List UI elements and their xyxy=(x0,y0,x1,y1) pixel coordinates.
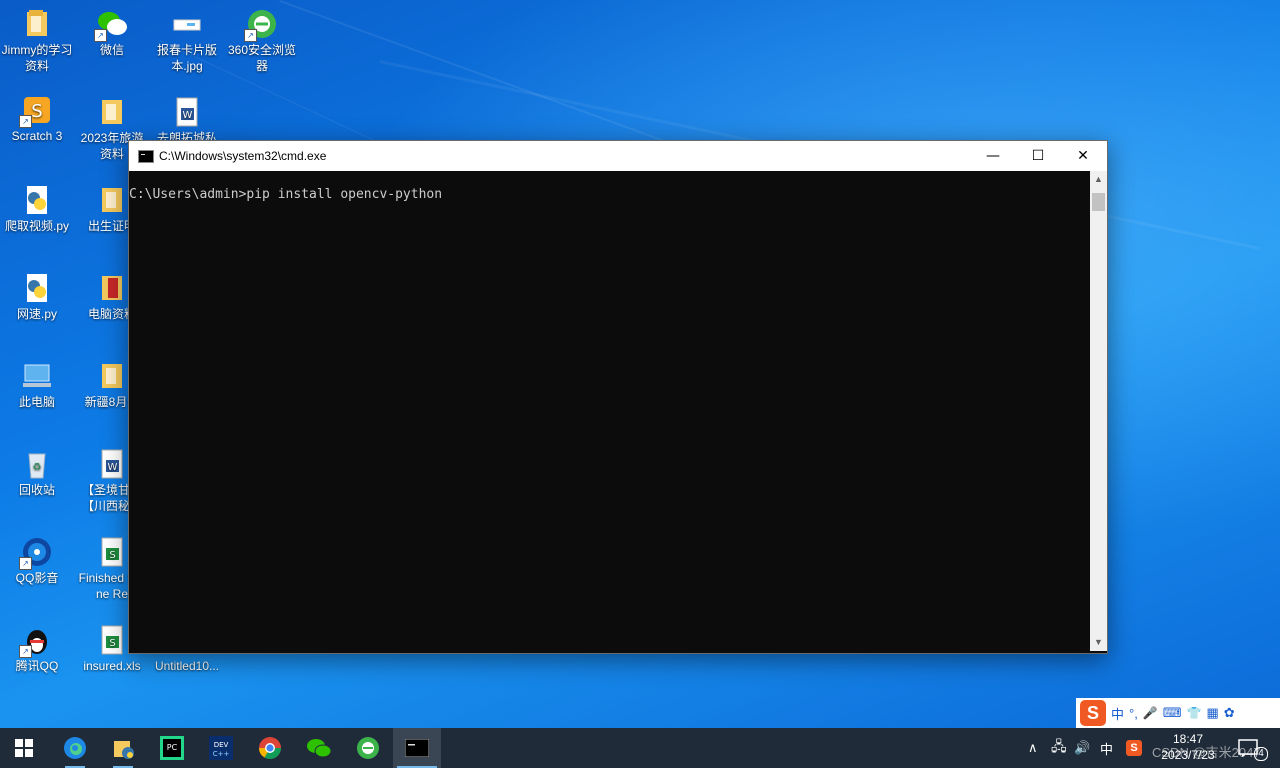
watermark: CSDN @吉米2047 xyxy=(1152,745,1261,760)
shortcut-arrow-icon: ↗ xyxy=(19,115,32,128)
minimize-button[interactable]: — xyxy=(970,141,1016,171)
svg-text:♻: ♻ xyxy=(33,462,42,473)
wechat-icon: ↗ xyxy=(94,8,128,42)
cmd-icon xyxy=(138,150,154,163)
svg-text:S: S xyxy=(31,101,42,122)
desktop-icon-folder[interactable]: Jimmy的学习资料 xyxy=(1,8,73,74)
spreadsheet-icon: S xyxy=(96,624,128,656)
shortcut-arrow-icon: ↗ xyxy=(94,29,107,42)
folder-icon xyxy=(96,96,128,128)
desktop-icon-wechat[interactable]: ↗ 微信 xyxy=(76,8,148,58)
desktop-icon-python-file[interactable]: 爬取视频.py xyxy=(1,184,73,234)
ime-mode-toggle[interactable]: 中 xyxy=(1111,704,1124,723)
taskbar-360-browser[interactable] xyxy=(344,728,392,768)
maximize-button[interactable]: ☐ xyxy=(1015,141,1061,171)
recycle-bin-icon: ♻ xyxy=(21,448,53,480)
shortcut-arrow-icon: ↗ xyxy=(19,645,32,658)
image-file-icon xyxy=(171,8,203,40)
microphone-icon[interactable]: 🎤 xyxy=(1143,706,1158,720)
edge-icon xyxy=(64,737,86,759)
desktop-icon-python-file[interactable]: 网速.py xyxy=(1,272,73,322)
window-title: C:\Windows\system32\cmd.exe xyxy=(159,149,327,163)
svg-text:S: S xyxy=(109,638,115,649)
pycharm-icon: PC xyxy=(160,736,184,760)
ime-punctuation-toggle[interactable]: °, xyxy=(1129,706,1138,721)
desktop-icon-qqplayer[interactable]: ↗ QQ影音 xyxy=(1,536,73,586)
scroll-thumb[interactable] xyxy=(1092,193,1105,211)
word-document-icon: W xyxy=(96,448,128,480)
360-browser-icon: ↗ xyxy=(244,8,278,42)
svg-text:W: W xyxy=(183,110,193,121)
computer-icon xyxy=(21,360,53,392)
volume-icon[interactable]: 🔊 xyxy=(1074,728,1090,768)
python-file-icon xyxy=(21,272,53,304)
taskbar-file-explorer[interactable] xyxy=(99,728,147,768)
scroll-up-icon[interactable]: ▲ xyxy=(1090,171,1107,188)
folder-icon xyxy=(21,8,53,40)
desktop-icon-scratch[interactable]: S ↗ Scratch 3 xyxy=(1,94,73,144)
taskbar-chrome[interactable] xyxy=(246,728,294,768)
svg-text:W: W xyxy=(108,462,118,473)
folder-icon xyxy=(96,360,128,392)
desktop-icon-360-browser[interactable]: ↗ 360安全浏览器 xyxy=(226,8,298,74)
ime-toolbar[interactable]: S 中 °, 🎤 ⌨ 👕 ▦ ✿ xyxy=(1076,698,1280,728)
ime-settings-icon[interactable]: ✿ xyxy=(1224,705,1235,721)
devcpp-icon: DEVC++ xyxy=(209,736,233,760)
taskbar-cmd[interactable] xyxy=(393,728,441,768)
console-line: C:\Users\admin>pip install opencv-python xyxy=(129,187,443,202)
keyboard-icon[interactable]: ⌨ xyxy=(1163,705,1182,721)
taskbar-devcpp[interactable]: DEV C++ xyxy=(197,728,245,768)
svg-text:S: S xyxy=(109,550,115,561)
title-bar[interactable]: C:\Windows\system32\cmd.exe — ☐ ✕ xyxy=(129,141,1107,171)
scratch-icon: S ↗ xyxy=(19,94,53,128)
cmd-window[interactable]: C:\Windows\system32\cmd.exe — ☐ ✕ C:\Use… xyxy=(128,140,1108,654)
shortcut-arrow-icon: ↗ xyxy=(244,29,257,42)
svg-text:DEV: DEV xyxy=(214,741,229,749)
taskbar-edge[interactable] xyxy=(51,728,99,768)
wechat-icon xyxy=(307,739,332,758)
desktop-icon-recycle-bin[interactable]: ♻ 回收站 xyxy=(1,448,73,498)
folder-icon xyxy=(96,272,128,304)
sogou-icon: S xyxy=(1126,740,1142,756)
qq-player-icon: ↗ xyxy=(19,536,53,570)
vertical-scrollbar[interactable]: ▲ ▼ xyxy=(1090,171,1107,651)
qq-penguin-icon: ↗ xyxy=(19,624,53,658)
folder-icon xyxy=(96,184,128,216)
apps-grid-icon[interactable]: ▦ xyxy=(1207,705,1219,721)
sogou-logo-icon[interactable]: S xyxy=(1080,700,1106,726)
close-button[interactable]: ✕ xyxy=(1060,141,1106,171)
scroll-down-icon[interactable]: ▼ xyxy=(1090,634,1107,651)
console-output[interactable]: C:\Users\admin>pip install opencv-python xyxy=(129,171,1089,667)
word-document-icon: W xyxy=(171,96,203,128)
svg-text:PC: PC xyxy=(167,743,178,752)
desktop-icon-this-pc[interactable]: 此电脑 xyxy=(1,360,73,410)
spreadsheet-icon: S xyxy=(96,536,128,568)
network-icon[interactable]: 🖧 xyxy=(1051,728,1067,768)
windows-start-icon xyxy=(15,739,33,757)
chrome-icon xyxy=(259,737,281,759)
tray-chevron-icon[interactable]: ∧ xyxy=(1028,728,1038,768)
shortcut-arrow-icon: ↗ xyxy=(19,557,32,570)
python-file-icon xyxy=(21,184,53,216)
taskbar: PC DEV C++ ∧ 🖧 🔊 中 S 18:47 2023/7/23 4 xyxy=(0,728,1280,768)
tray-sogou-icon[interactable]: S xyxy=(1126,728,1142,768)
desktop-icon-qq[interactable]: ↗ 腾讯QQ xyxy=(1,624,73,674)
desktop-icon-image[interactable]: 报春卡片版本.jpg xyxy=(151,8,223,74)
cmd-icon xyxy=(405,739,429,757)
browser360-icon xyxy=(357,737,379,759)
taskbar-wechat[interactable] xyxy=(295,728,343,768)
input-language-indicator[interactable]: 中 xyxy=(1100,728,1113,768)
file-explorer-icon xyxy=(114,741,134,759)
svg-text:C++: C++ xyxy=(213,750,230,758)
skin-icon[interactable]: 👕 xyxy=(1187,706,1202,720)
start-button[interactable] xyxy=(0,728,48,768)
taskbar-pycharm[interactable]: PC xyxy=(148,728,196,768)
desktop-icon-word-doc[interactable]: W 去朗拓城私 xyxy=(151,96,223,146)
